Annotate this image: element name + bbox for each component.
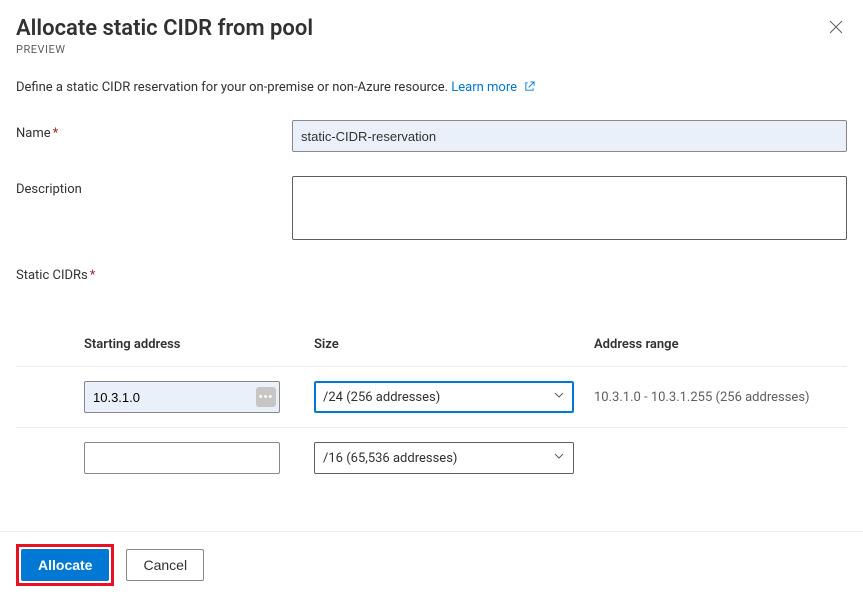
required-mark: * bbox=[53, 126, 59, 141]
description-input[interactable] bbox=[292, 176, 847, 240]
panel-header: Allocate static CIDR from pool PREVIEW bbox=[16, 16, 847, 56]
intro-sentence: Define a static CIDR reservation for you… bbox=[16, 80, 448, 95]
allocate-button[interactable]: Allocate bbox=[21, 549, 109, 581]
address-range-value: 10.3.1.0 - 10.3.1.255 (256 addresses) bbox=[594, 390, 847, 405]
description-row: Description bbox=[16, 176, 847, 244]
size-select-value: /16 (65,536 addresses) bbox=[323, 451, 457, 466]
cidr-table: Starting address Size Address range ••• bbox=[16, 323, 847, 488]
allocate-cidr-panel: Allocate static CIDR from pool PREVIEW D… bbox=[0, 0, 863, 598]
size-select[interactable]: /24 (256 addresses) bbox=[314, 381, 574, 413]
starting-address-input[interactable] bbox=[84, 442, 280, 474]
footer-bar: Allocate Cancel bbox=[0, 531, 863, 598]
chevron-down-icon bbox=[553, 450, 565, 466]
form: Name* Description Static CIDRs* Starting… bbox=[16, 120, 847, 488]
tutorial-highlight: Allocate bbox=[16, 544, 114, 586]
preview-badge: PREVIEW bbox=[16, 43, 313, 56]
learn-more-label: Learn more bbox=[451, 80, 517, 95]
col-header-size: Size bbox=[314, 337, 594, 352]
name-row: Name* bbox=[16, 120, 847, 152]
col-header-starting-address: Starting address bbox=[84, 337, 314, 352]
more-options-button[interactable]: ••• bbox=[256, 387, 276, 407]
external-link-icon bbox=[524, 81, 535, 96]
intro-text: Define a static CIDR reservation for you… bbox=[16, 80, 847, 96]
size-select[interactable]: /16 (65,536 addresses) bbox=[314, 442, 574, 474]
learn-more-link[interactable]: Learn more bbox=[451, 80, 535, 95]
required-mark: * bbox=[90, 268, 96, 283]
description-label: Description bbox=[16, 176, 292, 197]
table-row: ••• /24 (256 addresses) 10.3.1.0 - 10.3.… bbox=[16, 367, 847, 428]
cancel-button[interactable]: Cancel bbox=[126, 549, 204, 581]
size-select-value: /24 (256 addresses) bbox=[323, 390, 440, 405]
ellipsis-icon: ••• bbox=[259, 392, 274, 403]
table-row: /16 (65,536 addresses) bbox=[16, 428, 847, 488]
cidr-table-header: Starting address Size Address range bbox=[16, 323, 847, 367]
starting-address-input[interactable] bbox=[84, 381, 280, 413]
static-cidrs-label: Static CIDRs* bbox=[16, 268, 847, 283]
page-title: Allocate static CIDR from pool bbox=[16, 16, 313, 41]
name-label: Name* bbox=[16, 120, 292, 141]
close-button[interactable] bbox=[825, 16, 847, 38]
chevron-down-icon bbox=[553, 389, 565, 405]
close-icon bbox=[829, 20, 843, 34]
col-header-address-range: Address range bbox=[594, 337, 847, 352]
name-input[interactable] bbox=[292, 120, 847, 152]
